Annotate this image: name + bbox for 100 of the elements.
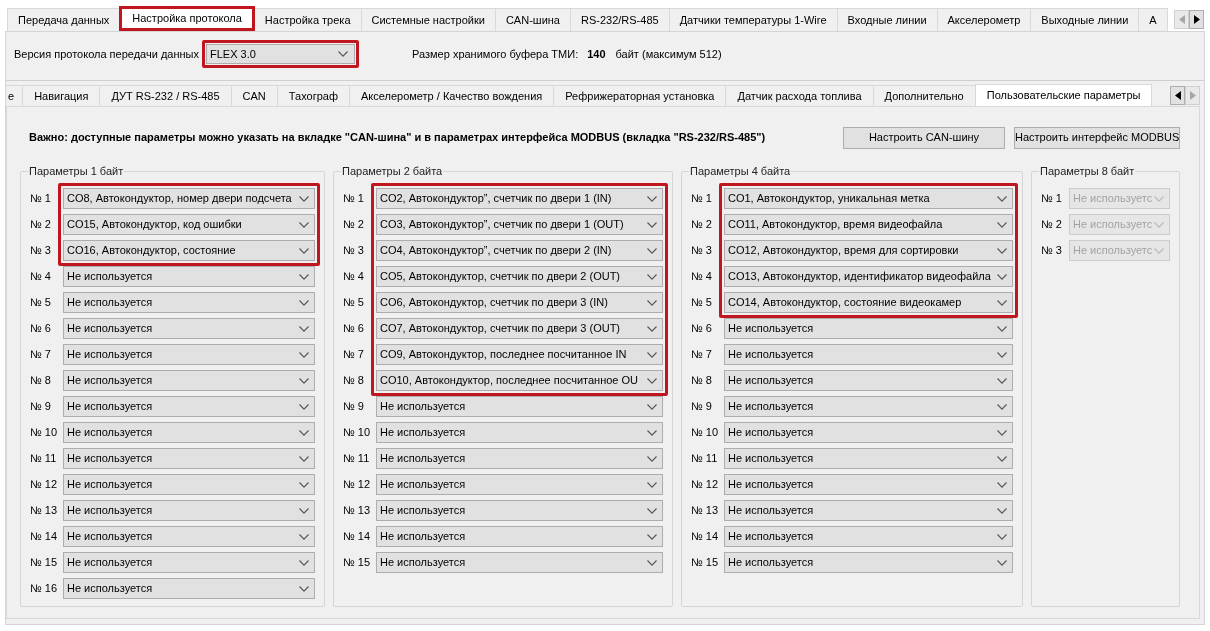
- row-number: № 2: [343, 217, 365, 233]
- tab[interactable]: Входные линии: [836, 8, 938, 31]
- chevron-down-icon: [647, 195, 657, 202]
- can-settings-button[interactable]: Настроить CAN-шину: [843, 126, 1005, 149]
- tab[interactable]: Настройка протокола: [119, 6, 255, 31]
- dropdown[interactable]: Не используется: [63, 422, 315, 443]
- tab[interactable]: Системные настройки: [360, 8, 496, 31]
- scroll-right-button[interactable]: [1189, 10, 1204, 29]
- dropdown[interactable]: CO14, Автокондуктор, состояние видеокамер: [724, 292, 1013, 313]
- dropdown[interactable]: CO4, Автокондуктор”, счетчик по двери 2 (IN): [376, 240, 663, 261]
- tab[interactable]: Датчики температуры 1-Wire: [668, 8, 838, 31]
- chevron-down-icon: [997, 403, 1007, 410]
- dropdown[interactable]: CO8, Автокондуктор, номер двери подсчета: [63, 188, 315, 209]
- dropdown[interactable]: Не используется: [376, 552, 663, 573]
- dropdown[interactable]: Не используется: [376, 396, 663, 417]
- row-number: № 13: [30, 503, 59, 519]
- scroll-left-button[interactable]: [1170, 86, 1185, 105]
- dropdown[interactable]: CO3, Автокондуктор”, счетчик по двери 1 (OUT): [376, 214, 663, 235]
- protocol-dropdown[interactable]: FLEX 3.0: [206, 44, 355, 64]
- dropdown[interactable]: Не используется: [63, 292, 315, 313]
- dropdown[interactable]: CO16, Автокондуктор, состояние: [63, 240, 315, 261]
- tab[interactable]: Настройка трека: [253, 8, 362, 31]
- row-number: № 16: [30, 581, 59, 597]
- dropdown[interactable]: CO9, Автокондуктор, последнее посчитанное IN: [376, 344, 663, 365]
- row-number: № 12: [343, 477, 372, 493]
- row-number: № 10: [30, 425, 59, 441]
- protocol-label: Версия протокола передачи данных: [14, 46, 199, 62]
- row-number: № 13: [343, 503, 372, 519]
- dropdown[interactable]: Не используется: [724, 552, 1013, 573]
- dropdown[interactable]: Не используется: [63, 266, 315, 287]
- chevron-down-icon: [997, 377, 1007, 384]
- buffer-value: 140: [587, 46, 606, 62]
- tab[interactable]: RS-232/RS-485: [570, 8, 670, 31]
- chevron-down-icon: [997, 533, 1007, 540]
- dropdown[interactable]: Не используется: [63, 578, 315, 599]
- chevron-down-icon: [299, 455, 309, 462]
- row-number: № 9: [691, 399, 713, 415]
- chevron-down-icon: [997, 429, 1007, 436]
- row-number: № 9: [343, 399, 365, 415]
- chevron-down-icon: [997, 195, 1007, 202]
- row-number: № 10: [691, 425, 720, 441]
- left-triangle-icon: [1174, 91, 1181, 100]
- dropdown[interactable]: Не используется: [63, 552, 315, 573]
- tab[interactable]: А: [1138, 8, 1168, 31]
- row-number: № 8: [343, 373, 365, 389]
- dropdown[interactable]: CO2, Автокондуктор”, счетчик по двери 1 (IN): [376, 188, 663, 209]
- dropdown[interactable]: Не используется: [376, 474, 663, 495]
- chevron-down-icon: [647, 351, 657, 358]
- dropdown[interactable]: Не используется: [724, 474, 1013, 495]
- dropdown[interactable]: Не используется: [376, 422, 663, 443]
- dropdown[interactable]: Не используется: [724, 500, 1013, 521]
- dropdown[interactable]: Не используется: [63, 448, 315, 469]
- dropdown[interactable]: Не используется: [63, 396, 315, 417]
- tab[interactable]: CAN-шина: [494, 8, 571, 31]
- dropdown[interactable]: Не используется: [63, 526, 315, 547]
- row-number: № 6: [343, 321, 365, 337]
- chevron-down-icon: [1154, 247, 1164, 254]
- row-number: № 2: [691, 217, 713, 233]
- row-number: № 3: [343, 243, 365, 259]
- chevron-down-icon: [997, 455, 1007, 462]
- dropdown[interactable]: Не используется: [724, 370, 1013, 391]
- dropdown[interactable]: CO1, Автокондуктор, уникальная метка: [724, 188, 1013, 209]
- dropdown[interactable]: Не используется: [376, 526, 663, 547]
- subtab[interactable]: Пользовательские параметры: [974, 84, 1153, 106]
- dropdown[interactable]: CO6, Автокондуктор, счетчик по двери 3 (IN): [376, 292, 663, 313]
- tab[interactable]: Выходные линии: [1030, 8, 1140, 31]
- row-number: № 15: [343, 555, 372, 571]
- dropdown[interactable]: CO15, Автокондуктор, код ошибки: [63, 214, 315, 235]
- dropdown[interactable]: Не используется: [376, 500, 663, 521]
- chevron-down-icon: [299, 195, 309, 202]
- row-number: № 5: [30, 295, 52, 311]
- dropdown[interactable]: Не используется: [724, 344, 1013, 365]
- dropdown[interactable]: CO12, Автокондуктор, время для сортировки: [724, 240, 1013, 261]
- dropdown[interactable]: Не используется: [724, 396, 1013, 417]
- dropdown[interactable]: CO13, Автокондуктор, идентификатор видеофайла: [724, 266, 1013, 287]
- dropdown[interactable]: Не используется: [724, 422, 1013, 443]
- dropdown[interactable]: CO5, Автокондуктор, счетчик по двери 2 (OUT): [376, 266, 663, 287]
- dropdown[interactable]: CO11, Автокондуктор, время видеофайла: [724, 214, 1013, 235]
- dropdown[interactable]: CO10, Автокондуктор, последнее посчитанное OU: [376, 370, 663, 391]
- tab[interactable]: Передача данных: [7, 8, 121, 31]
- dropdown[interactable]: Не используется: [724, 318, 1013, 339]
- row-number: № 6: [691, 321, 713, 337]
- dropdown[interactable]: Не используется: [376, 448, 663, 469]
- dropdown[interactable]: Не используется: [63, 500, 315, 521]
- tab[interactable]: Акселерометр: [936, 8, 1032, 31]
- dropdown[interactable]: Не используется: [63, 474, 315, 495]
- row-number: № 15: [691, 555, 720, 571]
- right-triangle-icon: [1193, 15, 1200, 24]
- modbus-settings-button[interactable]: Настроить интерфейс MODBUS: [1014, 126, 1180, 149]
- dropdown[interactable]: Не используется: [724, 526, 1013, 547]
- row-number: № 2: [1041, 217, 1063, 233]
- dropdown[interactable]: CO7, Автокондуктор, счетчик по двери 3 (OUT): [376, 318, 663, 339]
- dropdown[interactable]: Не используется: [63, 318, 315, 339]
- dropdown[interactable]: Не используется: [63, 344, 315, 365]
- chevron-down-icon: [1154, 221, 1164, 228]
- chevron-down-icon: [647, 403, 657, 410]
- chevron-down-icon: [299, 585, 309, 592]
- dropdown[interactable]: Не используется: [724, 448, 1013, 469]
- dropdown[interactable]: Не используется: [63, 370, 315, 391]
- chevron-down-icon: [647, 429, 657, 436]
